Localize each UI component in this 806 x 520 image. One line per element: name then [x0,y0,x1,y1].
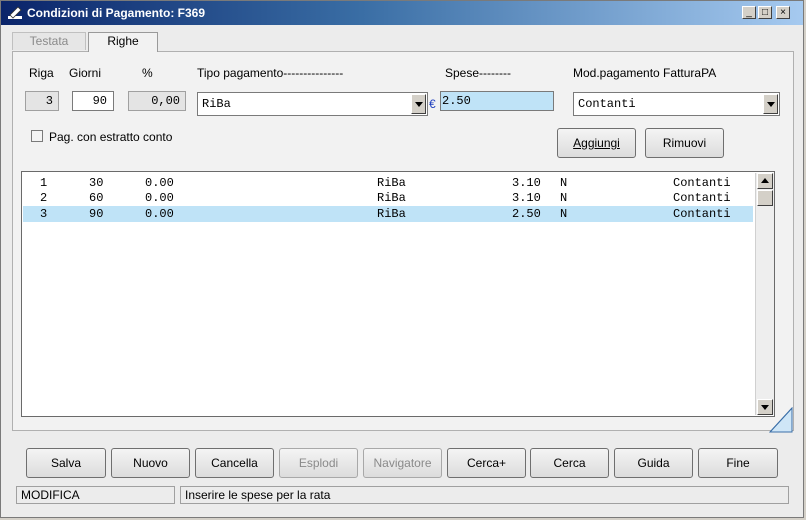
percent-field: 0,00 [128,91,186,111]
giorni-cell: 60 [89,191,104,205]
giorni-cell: 30 [89,176,104,190]
list-item[interactable]: 2 60 0.00 RiBa 3.10 N Contanti [23,190,753,206]
estratto-conto-label: Pag. con estratto conto [49,130,173,144]
percent-label: % [142,66,153,80]
spese-cell: 3.10 [512,191,541,205]
mod-pagamento-value: Contanti [578,97,636,111]
cerca-label: Cerca [553,456,586,470]
minimize-icon: _ [746,7,752,18]
estratto-conto-checkbox[interactable] [31,130,43,142]
flag-cell: N [560,176,568,190]
riga-cell: 3 [40,207,48,221]
maximize-icon: □ [761,7,769,18]
riga-cell: 2 [40,191,48,205]
mod-pagamento-label: Mod.pagamento FatturaPA [573,66,717,80]
navigatore-label: Navigatore [373,456,432,470]
close-icon: × [780,7,786,18]
mod-pagamento-select[interactable]: Contanti [573,92,780,116]
scroll-up-icon[interactable] [757,173,773,189]
tab-strip: Testata Righe [12,32,792,52]
esplodi-button[interactable]: Esplodi [279,448,358,478]
rimuovi-button[interactable]: Rimuovi [645,128,724,158]
pencil-icon [8,6,22,19]
window-title: Condizioni di Pagamento: F369 [27,6,206,20]
aggiungi-button[interactable]: Aggiungi [557,128,636,158]
euro-icon: € [429,97,436,111]
tipo-pagamento-select[interactable]: RiBa [197,92,428,116]
tipo-pagamento-value: RiBa [202,97,231,111]
cerca-plus-label: Cerca+ [466,456,507,470]
flag-cell: N [560,191,568,205]
modpag-cell: Contanti [673,207,731,221]
riga-cell: 1 [40,176,48,190]
navigatore-button[interactable]: Navigatore [363,448,442,478]
rate-list[interactable]: 1 30 0.00 RiBa 3.10 N Contanti 2 60 0.00… [21,171,775,417]
giorni-cell: 90 [89,207,104,221]
cerca-plus-button[interactable]: Cerca+ [447,448,526,478]
cancella-label: Cancella [211,456,258,470]
close-button[interactable]: × [776,6,790,19]
page-corner-icon [769,407,793,433]
cerca-button[interactable]: Cerca [530,448,609,478]
fine-label: Fine [726,456,750,470]
modpag-cell: Contanti [673,191,731,205]
modpag-cell: Contanti [673,176,731,190]
maximize-button[interactable]: □ [758,6,772,19]
giorni-input[interactable]: 90 [72,91,114,111]
scroll-thumb[interactable] [757,190,773,206]
nuovo-button[interactable]: Nuovo [111,448,190,478]
esplodi-label: Esplodi [298,456,339,470]
tab-testata[interactable]: Testata [12,32,86,50]
giorni-label: Giorni [69,66,102,80]
minimize-button[interactable]: _ [742,6,756,19]
fine-button[interactable]: Fine [698,448,778,478]
tipo-cell: RiBa [377,191,406,205]
spese-input[interactable]: 2.50 [440,91,554,111]
spese-cell: 2.50 [512,207,541,221]
status-message: Inserire le spese per la rata [180,486,789,504]
list-scrollbar[interactable] [755,173,774,415]
spese-cell: 3.10 [512,176,541,190]
tab-righe[interactable]: Righe [88,32,158,52]
salva-button[interactable]: Salva [26,448,106,478]
salva-label: Salva [50,456,82,470]
riga-field: 3 [25,91,59,111]
status-mode: MODIFICA [16,486,175,504]
spese-label: Spese-------- [445,66,511,80]
perc-cell: 0.00 [145,207,174,221]
list-item-selected[interactable]: 3 90 0.00 RiBa 2.50 N Contanti [23,206,753,222]
perc-cell: 0.00 [145,176,174,190]
riga-label: Riga [29,66,54,80]
chevron-down-icon[interactable] [763,94,778,114]
chevron-down-icon[interactable] [411,94,426,114]
tipo-pagamento-label: Tipo pagamento--------------- [197,66,344,80]
list-item[interactable]: 1 30 0.00 RiBa 3.10 N Contanti [23,175,753,191]
rimuovi-label: Rimuovi [662,136,707,150]
nuovo-label: Nuovo [133,456,168,470]
perc-cell: 0.00 [145,191,174,205]
title-bar[interactable]: Condizioni di Pagamento: F369 _ □ × [1,1,803,25]
guida-label: Guida [637,456,670,470]
tipo-cell: RiBa [377,176,406,190]
tipo-cell: RiBa [377,207,406,221]
guida-button[interactable]: Guida [614,448,693,478]
cancella-button[interactable]: Cancella [195,448,274,478]
flag-cell: N [560,207,568,221]
aggiungi-label: Aggiungi [573,136,620,150]
